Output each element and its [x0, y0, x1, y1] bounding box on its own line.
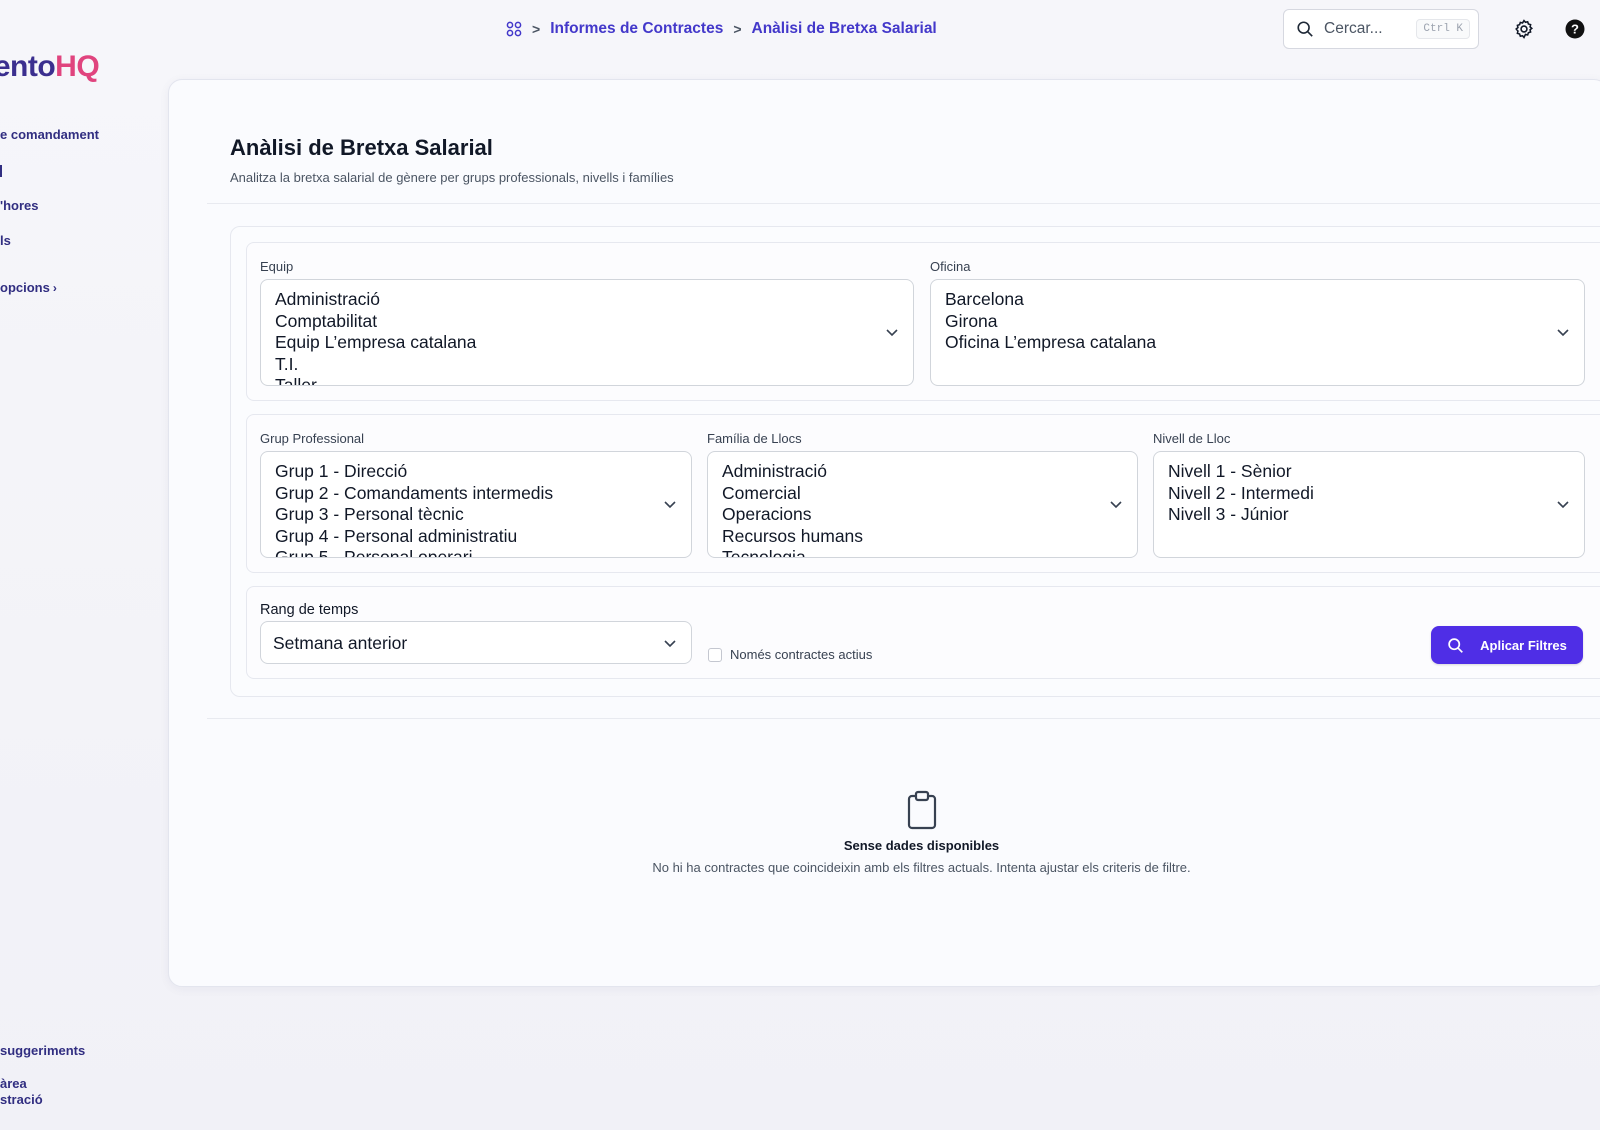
svg-text:?: ? — [1571, 22, 1579, 37]
familia-llocs-option[interactable]: Recursos humans — [708, 526, 1137, 548]
breadcrumb-separator: > — [733, 21, 742, 37]
apps-grid-icon[interactable] — [506, 21, 522, 37]
breadcrumb-separator: > — [532, 21, 541, 37]
sidebar-item-ls[interactable]: ls — [0, 233, 11, 248]
search-icon — [1448, 637, 1464, 653]
sidebar-item-admin-area[interactable]: àrea stració — [0, 1076, 43, 1108]
oficina-option[interactable]: Girona — [931, 311, 1584, 333]
nivell-lloc-option[interactable]: Nivell 3 - Júnior — [1154, 504, 1584, 526]
grup-professional-label: Grup Professional — [260, 431, 365, 446]
grup-professional-option[interactable]: Grup 3 - Personal tècnic — [261, 504, 691, 526]
sidebar-item-label: suggeriments — [0, 1043, 86, 1058]
familia-llocs-option[interactable]: Administració — [708, 461, 1137, 483]
apply-filters-button[interactable]: Aplicar Filtres — [1431, 626, 1583, 664]
search-input[interactable] — [1324, 20, 1424, 38]
app-window: lentoHQ e comandament 'hores ls opcions›… — [0, 0, 1600, 1130]
apply-filters-label: Aplicar Filtres — [1480, 637, 1567, 653]
familia-llocs-multiselect[interactable]: Administració Comercial Operacions Recur… — [707, 451, 1138, 558]
divider — [207, 203, 1600, 204]
search-icon — [1297, 21, 1313, 37]
filter-row-team-office: Equip Administració Comptabilitat Equip … — [246, 242, 1600, 401]
filter-row-time-range: Rang de temps Setmana anterior Només con… — [246, 586, 1600, 679]
equip-label: Equip — [260, 259, 294, 274]
oficina-label: Oficina — [930, 259, 971, 274]
oficina-multiselect[interactable]: Barcelona Girona Oficina L’empresa catal… — [930, 279, 1585, 386]
sidebar-item-label: e comandament — [0, 127, 99, 142]
divider — [207, 718, 1600, 719]
rang-temps-value: Setmana anterior — [273, 633, 408, 653]
sidebar-item-options[interactable]: opcions › — [0, 280, 57, 295]
grup-professional-option[interactable]: Grup 2 - Comandaments intermedis — [261, 483, 691, 505]
familia-llocs-option[interactable]: Comercial — [708, 483, 1137, 505]
app-logo[interactable]: lentoHQ — [0, 50, 100, 84]
chevron-down-icon — [1557, 329, 1569, 337]
oficina-option[interactable]: Oficina L’empresa catalana — [931, 332, 1584, 354]
sidebar-item-label: opcions — [0, 280, 50, 295]
filter-row-group-family-level: Grup Professional Grup 1 - Direcció Grup… — [246, 414, 1600, 573]
search-shortcut-hint: Ctrl K — [1416, 19, 1470, 39]
breadcrumb-contract-reports[interactable]: Informes de Contractes — [550, 20, 723, 38]
sidebar-item-suggestions[interactable]: suggeriments — [0, 1043, 85, 1058]
logo-text-part2: HQ — [55, 50, 100, 83]
gear-icon[interactable] — [1512, 17, 1536, 41]
help-icon[interactable]: ? — [1563, 17, 1587, 41]
chevron-down-icon — [1557, 501, 1569, 509]
chevron-down-icon — [886, 329, 898, 337]
chevron-right-icon: › — [52, 281, 57, 295]
empty-state-description: No hi ha contractes que coincideixin amb… — [652, 860, 1191, 875]
nivell-lloc-option[interactable]: Nivell 2 - Intermedi — [1154, 483, 1584, 505]
sidebar-item-label-line2: stració — [0, 1092, 43, 1107]
page-subtitle: Analitza la bretxa salarial de gènere pe… — [230, 170, 674, 185]
breadcrumb: > Informes de Contractes > Anàlisi de Br… — [506, 18, 937, 40]
familia-llocs-option[interactable]: Operacions — [708, 504, 1137, 526]
equip-option[interactable]: Equip L’empresa catalana — [261, 332, 913, 354]
sidebar-item-label: ls — [0, 233, 11, 248]
sidebar-item-dashboard[interactable]: e comandament — [0, 127, 99, 142]
clipboard-icon — [906, 790, 938, 835]
equip-multiselect[interactable]: Administració Comptabilitat Equip L’empr… — [260, 279, 914, 386]
sidebar-item-fragment — [0, 164, 2, 177]
grup-professional-option[interactable]: Grup 5 - Personal operari — [261, 547, 691, 557]
page-title: Anàlisi de Bretxa Salarial — [230, 135, 493, 160]
grup-professional-option[interactable]: Grup 1 - Direcció — [261, 461, 691, 483]
nivell-lloc-multiselect[interactable]: Nivell 1 - Sènior Nivell 2 - Intermedi N… — [1153, 451, 1585, 558]
oficina-option[interactable]: Barcelona — [931, 289, 1584, 311]
nivell-lloc-label: Nivell de Lloc — [1153, 431, 1231, 446]
filters-panel: Equip Administració Comptabilitat Equip … — [230, 226, 1600, 697]
chevron-down-icon — [664, 640, 676, 648]
chevron-down-icon — [664, 501, 676, 509]
only-active-label[interactable]: Només contractes actius — [730, 647, 872, 662]
sidebar-item-label-line1: àrea — [0, 1076, 27, 1091]
only-active-checkbox[interactable] — [708, 648, 722, 662]
nivell-lloc-option[interactable]: Nivell 1 - Sènior — [1154, 461, 1584, 483]
familia-llocs-option[interactable]: Tecnologia — [708, 547, 1137, 557]
logo-text-part1: lento — [0, 50, 56, 83]
sidebar-item-partial[interactable] — [0, 162, 2, 177]
rang-temps-label: Rang de temps — [260, 602, 359, 618]
empty-state-title: Sense dades disponibles — [843, 838, 1000, 853]
sidebar-item-label: 'hores — [0, 198, 39, 213]
grup-professional-option[interactable]: Grup 4 - Personal administratiu — [261, 526, 691, 548]
equip-option[interactable]: Administració — [261, 289, 913, 311]
sidebar-item-hours[interactable]: 'hores — [0, 198, 39, 213]
equip-option[interactable]: T.I. — [261, 354, 913, 376]
equip-option[interactable]: Taller — [261, 375, 913, 385]
rang-temps-select[interactable]: Setmana anterior — [260, 621, 692, 664]
familia-llocs-label: Família de Llocs — [707, 431, 802, 446]
chevron-down-icon — [1110, 501, 1122, 509]
search-box[interactable]: Ctrl K — [1283, 9, 1479, 49]
breadcrumb-current-page[interactable]: Anàlisi de Bretxa Salarial — [752, 20, 937, 38]
sidebar: lentoHQ e comandament 'hores ls opcions›… — [0, 0, 165, 1130]
equip-option[interactable]: Comptabilitat — [261, 311, 913, 333]
grup-professional-multiselect[interactable]: Grup 1 - Direcció Grup 2 - Comandaments … — [260, 451, 692, 558]
